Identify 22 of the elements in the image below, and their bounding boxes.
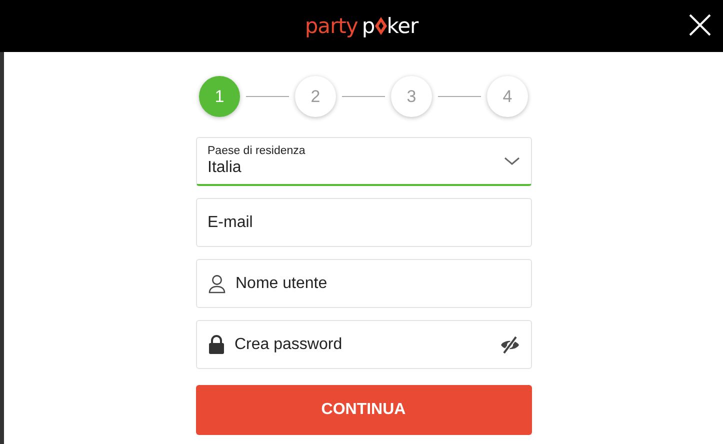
username-field[interactable]: Nome utente [196,259,532,308]
logo: party p ker [304,16,418,36]
step-indicator: 3 [391,76,432,117]
chevron-down-icon [504,156,520,166]
country-select[interactable]: Paese di residenza Italia [196,137,532,186]
step-indicator: 1 [199,76,240,117]
selected-value: Italia [208,158,242,177]
email-field[interactable]: E-mail [196,198,532,247]
eye-slash-icon[interactable] [500,336,520,354]
username-input[interactable]: Nome utente [236,272,520,296]
diamond-icon [374,17,387,35]
password-input[interactable]: Crea password [234,332,490,356]
lock-icon [208,334,224,354]
step-indicator: 2 [295,76,336,117]
password-field[interactable]: Crea password [196,320,532,369]
step-indicator: 4 [487,76,528,117]
email-input[interactable]: E-mail [208,210,520,234]
continue-button[interactable]: CONTINUA [196,385,532,435]
close-icon [689,14,711,36]
user-icon [208,274,226,294]
close-button[interactable] [689,13,711,37]
field-label: Paese di residenza [208,145,306,158]
